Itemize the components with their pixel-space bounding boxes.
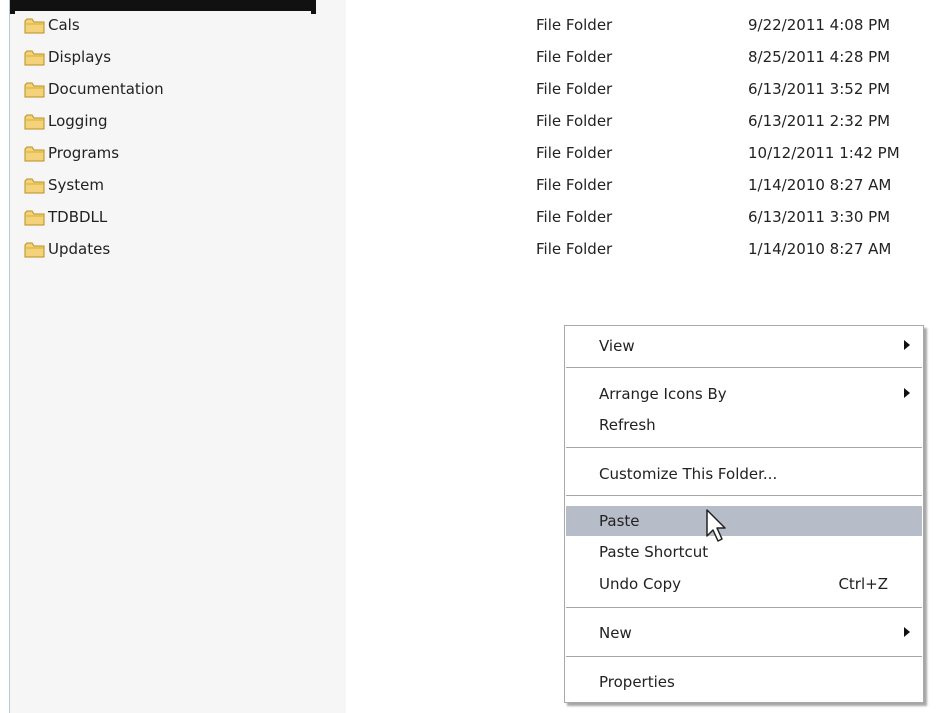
folder-icon [24, 114, 45, 130]
file-row[interactable]: Updates File Folder 1/14/2010 8:27 AM [0, 235, 942, 267]
menu-separator [566, 367, 922, 368]
file-type: File Folder [536, 176, 613, 194]
file-date-modified: 6/13/2011 3:52 PM [748, 80, 891, 98]
file-row[interactable]: System File Folder 1/14/2010 8:27 AM [0, 171, 942, 203]
file-name[interactable]: System [48, 176, 104, 194]
file-name[interactable]: Documentation [48, 80, 164, 98]
file-date-modified: 9/22/2011 4:08 PM [748, 16, 891, 34]
file-name[interactable]: Cals [48, 16, 80, 34]
file-type: File Folder [536, 48, 613, 66]
menu-item-arrange-icons-by[interactable]: Arrange Icons By [566, 379, 922, 409]
menu-item-paste[interactable]: Paste [566, 506, 922, 536]
file-type: File Folder [536, 112, 613, 130]
file-type: File Folder [536, 208, 613, 226]
top-frame-bar [10, 0, 316, 11]
file-date-modified: 1/14/2010 8:27 AM [748, 240, 892, 258]
menu-item-label: Paste [599, 512, 640, 530]
file-row[interactable]: Cals File Folder 9/22/2011 4:08 PM [0, 11, 942, 43]
menu-item-customize-folder[interactable]: Customize This Folder... [566, 459, 922, 489]
context-menu: View Arrange Icons By Refresh Customize … [564, 325, 924, 703]
file-name[interactable]: TDBDLL [48, 208, 107, 226]
menu-item-label: Refresh [599, 416, 656, 434]
menu-item-label: Arrange Icons By [599, 385, 727, 403]
menu-item-label: New [599, 624, 632, 642]
file-row[interactable]: Programs File Folder 10/12/2011 1:42 PM [0, 139, 942, 171]
folder-icon [24, 50, 45, 66]
folder-icon [24, 82, 45, 98]
menu-item-label: View [599, 337, 635, 355]
menu-separator [566, 607, 922, 608]
file-date-modified: 1/14/2010 8:27 AM [748, 176, 892, 194]
menu-item-new[interactable]: New [566, 618, 922, 648]
file-row[interactable]: Displays File Folder 8/25/2011 4:28 PM [0, 43, 942, 75]
mouse-pointer-icon [706, 509, 726, 542]
menu-item-paste-shortcut[interactable]: Paste Shortcut [566, 537, 922, 567]
menu-item-undo-copy[interactable]: Undo Copy Ctrl+Z [566, 569, 922, 599]
file-type: File Folder [536, 80, 613, 98]
menu-item-view[interactable]: View [566, 331, 922, 361]
menu-item-label: Properties [599, 673, 675, 691]
menu-item-properties[interactable]: Properties [566, 667, 922, 697]
file-name[interactable]: Logging [48, 112, 108, 130]
menu-separator [566, 495, 922, 496]
file-type: File Folder [536, 240, 613, 258]
menu-item-label: Paste Shortcut [599, 543, 709, 561]
menu-item-label: Customize This Folder... [599, 465, 778, 483]
submenu-arrow-icon [904, 388, 910, 398]
file-date-modified: 8/25/2011 4:28 PM [748, 48, 891, 66]
file-row[interactable]: Documentation File Folder 6/13/2011 3:52… [0, 75, 942, 107]
file-row[interactable]: Logging File Folder 6/13/2011 2:32 PM [0, 107, 942, 139]
folder-icon [24, 146, 45, 162]
menu-item-shortcut: Ctrl+Z [838, 575, 888, 593]
file-name[interactable]: Updates [48, 240, 110, 258]
menu-item-label: Undo Copy [599, 575, 682, 593]
file-name[interactable]: Displays [48, 48, 111, 66]
file-date-modified: 6/13/2011 3:30 PM [748, 208, 891, 226]
file-date-modified: 6/13/2011 2:32 PM [748, 112, 891, 130]
folder-icon [24, 242, 45, 258]
file-type: File Folder [536, 16, 613, 34]
file-row[interactable]: TDBDLL File Folder 6/13/2011 3:30 PM [0, 203, 942, 235]
submenu-arrow-icon [904, 627, 910, 637]
folder-icon [24, 18, 45, 34]
menu-separator [566, 656, 922, 657]
menu-item-refresh[interactable]: Refresh [566, 410, 922, 440]
file-type: File Folder [536, 144, 613, 162]
submenu-arrow-icon [904, 340, 910, 350]
file-date-modified: 10/12/2011 1:42 PM [748, 144, 900, 162]
menu-separator [566, 447, 922, 448]
folder-icon [24, 210, 45, 226]
folder-icon [24, 178, 45, 194]
file-name[interactable]: Programs [48, 144, 119, 162]
